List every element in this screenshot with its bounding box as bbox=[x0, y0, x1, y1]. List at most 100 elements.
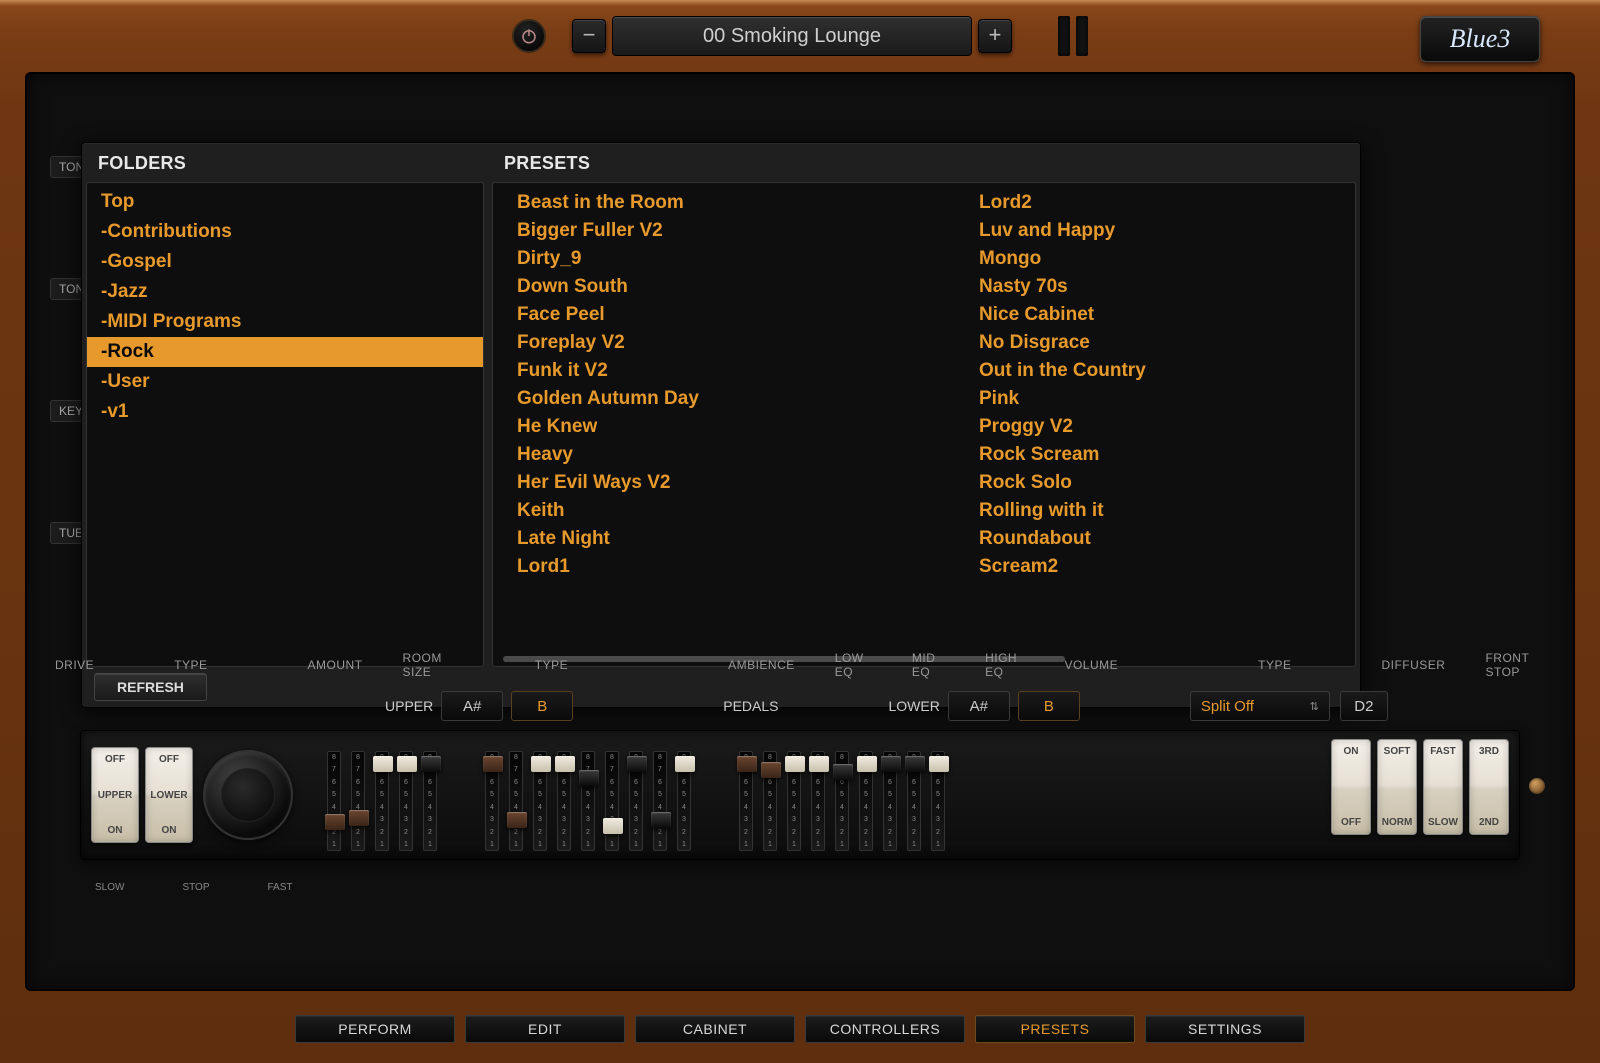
folder-item[interactable]: -MIDI Programs bbox=[87, 307, 483, 337]
upper-note-b[interactable]: B bbox=[511, 691, 573, 721]
preset-item[interactable]: Dirty_9 bbox=[517, 245, 869, 273]
screw-icon bbox=[1529, 778, 1545, 794]
drawbar[interactable]: 87654321 bbox=[737, 751, 755, 851]
rocker-label: 2ND bbox=[1479, 817, 1499, 828]
tab-presets[interactable]: PRESETS bbox=[975, 1015, 1135, 1043]
preset-item[interactable]: Nasty 70s bbox=[979, 273, 1331, 301]
preset-item[interactable]: Proggy V2 bbox=[979, 413, 1331, 441]
drawbar[interactable]: 87654321 bbox=[881, 751, 899, 851]
drawbar[interactable]: 87654321 bbox=[833, 751, 851, 851]
folders-header: FOLDERS bbox=[86, 143, 484, 182]
percussion-harmonic-rocker[interactable]: 3RD 2ND bbox=[1469, 739, 1509, 835]
type-label: TYPE bbox=[174, 658, 207, 672]
percussion-decay-rocker[interactable]: FAST SLOW bbox=[1423, 739, 1463, 835]
presets-listbox[interactable]: Beast in the RoomBigger Fuller V2Dirty_9… bbox=[492, 182, 1356, 667]
pause-icon[interactable] bbox=[1058, 16, 1088, 56]
preset-display[interactable]: 00 Smoking Lounge bbox=[612, 16, 972, 56]
preset-item[interactable]: Luv and Happy bbox=[979, 217, 1331, 245]
preset-item[interactable]: Roundabout bbox=[979, 525, 1331, 553]
percussion-on-rocker[interactable]: ON OFF bbox=[1331, 739, 1371, 835]
rocker-label: NORM bbox=[1382, 817, 1413, 828]
drawbar[interactable]: 87654321 bbox=[785, 751, 803, 851]
lower-note-a[interactable]: A# bbox=[948, 691, 1010, 721]
tab-edit[interactable]: EDIT bbox=[465, 1015, 625, 1043]
preset-item[interactable]: Down South bbox=[517, 273, 869, 301]
preset-item[interactable]: Heavy bbox=[517, 441, 869, 469]
vibrato-lower-rocker[interactable]: OFF LOWER ON bbox=[145, 747, 193, 843]
rocker-label: LOWER bbox=[150, 790, 187, 801]
rocker-label: UPPER bbox=[98, 790, 132, 801]
preset-item[interactable]: Mongo bbox=[979, 245, 1331, 273]
folder-item[interactable]: -User bbox=[87, 367, 483, 397]
drawbar[interactable]: 87654321 bbox=[603, 751, 621, 851]
drawbar[interactable]: 87654321 bbox=[373, 751, 391, 851]
folder-item[interactable]: -Rock bbox=[87, 337, 483, 367]
preset-item[interactable]: Rolling with it bbox=[979, 497, 1331, 525]
rocker-label: OFF bbox=[105, 754, 125, 765]
power-icon[interactable] bbox=[512, 19, 546, 53]
split-select[interactable]: Split Off ⇅ bbox=[1190, 691, 1330, 721]
drawbar[interactable]: 87654321 bbox=[531, 751, 549, 851]
lower-note-b[interactable]: B bbox=[1018, 691, 1080, 721]
drawbar[interactable]: 87654321 bbox=[761, 751, 779, 851]
rocker-label: OFF bbox=[1341, 817, 1361, 828]
drawbar[interactable]: 87654321 bbox=[857, 751, 875, 851]
drawbar[interactable]: 87654321 bbox=[397, 751, 415, 851]
folder-item[interactable]: -v1 bbox=[87, 397, 483, 427]
preset-item[interactable]: Rock Solo bbox=[979, 469, 1331, 497]
preset-item[interactable]: Scream2 bbox=[979, 553, 1331, 581]
folder-item[interactable]: Top bbox=[87, 187, 483, 217]
next-preset-button[interactable]: + bbox=[978, 19, 1012, 53]
tab-cabinet[interactable]: CABINET bbox=[635, 1015, 795, 1043]
drive-label: DRIVE bbox=[55, 658, 94, 672]
prev-preset-button[interactable]: − bbox=[572, 19, 606, 53]
drawbar[interactable]: 87654321 bbox=[929, 751, 947, 851]
preset-item[interactable]: Out in the Country bbox=[979, 357, 1331, 385]
tab-perform[interactable]: PERFORM bbox=[295, 1015, 455, 1043]
vibrato-upper-rocker[interactable]: OFF UPPER ON bbox=[91, 747, 139, 843]
tab-controllers[interactable]: CONTROLLERS bbox=[805, 1015, 965, 1043]
drawbar-set-upper: 87654321 87654321 87654321 87654321 87654321 bbox=[325, 739, 439, 851]
folder-item[interactable]: -Jazz bbox=[87, 277, 483, 307]
drawbar[interactable]: 87654321 bbox=[507, 751, 525, 851]
tab-settings[interactable]: SETTINGS bbox=[1145, 1015, 1305, 1043]
left-rockers: OFF UPPER ON OFF LOWER ON bbox=[91, 739, 193, 851]
drawbar[interactable]: 87654321 bbox=[483, 751, 501, 851]
preset-item[interactable]: Golden Autumn Day bbox=[517, 385, 869, 413]
preset-item[interactable]: Face Peel bbox=[517, 301, 869, 329]
upper-note-a[interactable]: A# bbox=[441, 691, 503, 721]
leslie-speed-row: SLOW STOP FAST bbox=[95, 872, 293, 902]
rocker-label: FAST bbox=[1430, 746, 1456, 757]
folder-item[interactable]: -Gospel bbox=[87, 247, 483, 277]
drawbar[interactable]: 87654321 bbox=[421, 751, 439, 851]
preset-item[interactable]: No Disgrace bbox=[979, 329, 1331, 357]
preset-item[interactable]: Rock Scream bbox=[979, 441, 1331, 469]
volume-label: VOLUME bbox=[1064, 658, 1118, 672]
preset-item[interactable]: Pink bbox=[979, 385, 1331, 413]
preset-item[interactable]: Lord1 bbox=[517, 553, 869, 581]
vibrato-chorus-knob[interactable] bbox=[203, 750, 293, 840]
percussion-volume-rocker[interactable]: SOFT NORM bbox=[1377, 739, 1417, 835]
drawbar[interactable]: 87654321 bbox=[651, 751, 669, 851]
drawbar[interactable]: 87654321 bbox=[905, 751, 923, 851]
preset-item[interactable]: Foreplay V2 bbox=[517, 329, 869, 357]
folders-listbox[interactable]: Top-Contributions-Gospel-Jazz-MIDI Progr… bbox=[86, 182, 484, 667]
drawbar[interactable]: 87654321 bbox=[579, 751, 597, 851]
drawbar[interactable]: 87654321 bbox=[627, 751, 645, 851]
preset-item[interactable]: Keith bbox=[517, 497, 869, 525]
preset-item[interactable]: He Knew bbox=[517, 413, 869, 441]
preset-item[interactable]: Bigger Fuller V2 bbox=[517, 217, 869, 245]
preset-item[interactable]: Late Night bbox=[517, 525, 869, 553]
preset-item[interactable]: Funk it V2 bbox=[517, 357, 869, 385]
preset-item[interactable]: Beast in the Room bbox=[517, 189, 869, 217]
drawbar[interactable]: 87654321 bbox=[675, 751, 693, 851]
drawbar[interactable]: 87654321 bbox=[349, 751, 367, 851]
drawbar[interactable]: 87654321 bbox=[325, 751, 343, 851]
split-note-button[interactable]: D2 bbox=[1340, 691, 1388, 721]
drawbar[interactable]: 87654321 bbox=[555, 751, 573, 851]
preset-item[interactable]: Her Evil Ways V2 bbox=[517, 469, 869, 497]
preset-item[interactable]: Nice Cabinet bbox=[979, 301, 1331, 329]
folder-item[interactable]: -Contributions bbox=[87, 217, 483, 247]
preset-item[interactable]: Lord2 bbox=[979, 189, 1331, 217]
drawbar[interactable]: 87654321 bbox=[809, 751, 827, 851]
